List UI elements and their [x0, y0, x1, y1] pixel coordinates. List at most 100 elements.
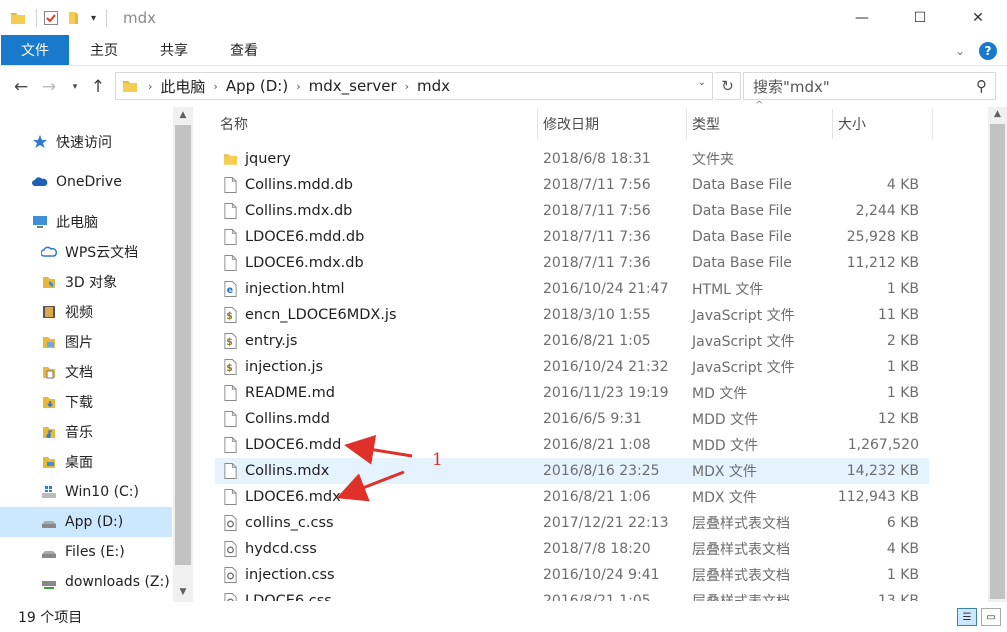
sidebar-item-downloads[interactable]: 下载	[0, 387, 172, 417]
sidebar-item-this-pc[interactable]: 此电脑	[0, 207, 172, 237]
file-date: 2018/7/11 7:36	[543, 229, 651, 245]
address-bar[interactable]: › 此电脑 › App (D:) › mdx_server › mdx ⌄	[115, 72, 713, 100]
breadcrumb-this-pc[interactable]: 此电脑	[160, 76, 205, 97]
sidebar-item-onedrive[interactable]: OneDrive	[0, 167, 172, 197]
expand-ribbon-icon[interactable]: ⌄	[955, 44, 965, 58]
file-date: 2018/7/11 7:36	[543, 255, 651, 271]
breadcrumb-app-drive[interactable]: App (D:)	[226, 77, 288, 95]
sidebar-item-quick-access[interactable]: 快速访问	[0, 127, 172, 157]
search-input[interactable]: 搜索"mdx" ⚲	[743, 72, 996, 100]
column-header-size[interactable]: 大小	[833, 109, 933, 139]
chevron-right-icon[interactable]: ›	[213, 80, 217, 93]
maximize-button[interactable]: ☐	[891, 0, 949, 36]
status-bar: 19 个项目 ☰ ▭	[0, 602, 1007, 632]
tab-file[interactable]: 文件	[1, 35, 69, 65]
address-dropdown-icon[interactable]: ⌄	[698, 77, 706, 88]
close-button[interactable]: ✕	[949, 0, 1007, 36]
scroll-up-arrow-icon[interactable]: ▲	[988, 109, 1007, 119]
column-header-date[interactable]: 修改日期	[538, 109, 687, 139]
tab-view[interactable]: 查看	[209, 35, 279, 65]
file-row[interactable]: LDOCE6.css 2016/8/21 1:05 层叠样式表文档 13 KB	[215, 588, 929, 601]
file-name: Collins.mdd.db	[245, 177, 353, 193]
downloads-icon	[43, 397, 55, 408]
chevron-right-icon[interactable]: ›	[148, 80, 152, 93]
window-title: mdx	[123, 9, 157, 27]
sidebar-item-3d-objects[interactable]: 3D 对象	[0, 267, 172, 297]
tab-share[interactable]: 共享	[139, 35, 209, 65]
breadcrumb-mdx-server[interactable]: mdx_server	[309, 77, 397, 95]
tab-home[interactable]: 主页	[69, 35, 139, 65]
svg-text:e: e	[227, 285, 233, 296]
file-name-cell: hydcd.css	[215, 540, 543, 558]
scroll-down-arrow-icon[interactable]: ▼	[173, 587, 193, 597]
file-row[interactable]: $ entry.js 2016/8/21 1:05 JavaScript 文件 2 KB	[215, 328, 929, 354]
music-icon	[43, 427, 55, 439]
search-icon[interactable]: ⚲	[976, 77, 987, 95]
breadcrumb-mdx[interactable]: mdx	[417, 77, 450, 95]
sidebar-item-downloads-drive[interactable]: downloads (Z:)	[0, 567, 172, 597]
file-row[interactable]: jquery 2018/6/8 18:31 文件夹	[215, 146, 929, 172]
file-row[interactable]: Collins.mdx 2016/8/16 23:25 MDX 文件 14,232 K…	[215, 458, 929, 484]
file-row[interactable]: hydcd.css 2018/7/8 18:20 层叠样式表文档 4 KB	[215, 536, 929, 562]
sidebar-scroll-thumb[interactable]	[175, 125, 191, 565]
chevron-right-icon[interactable]: ›	[405, 80, 409, 93]
sidebar-item-music[interactable]: 音乐	[0, 417, 172, 447]
file-name: entry.js	[245, 333, 298, 349]
sidebar-item-app-drive[interactable]: App (D:)	[0, 507, 172, 537]
file-type: MDX 文件	[692, 464, 757, 480]
details-view-icon[interactable]: ☰	[957, 608, 977, 626]
properties-icon[interactable]	[43, 10, 59, 26]
file-row[interactable]: $ injection.js 2016/10/24 21:32 JavaScript …	[215, 354, 929, 380]
sidebar-item-documents[interactable]: 文档	[0, 357, 172, 387]
css-icon	[224, 515, 237, 531]
file-list-scroll-thumb[interactable]	[990, 124, 1005, 599]
file-row[interactable]: collins_c.css 2017/12/21 22:13 层叠样式表文档 6 KB	[215, 510, 929, 536]
file-date: 2016/10/24 21:47	[543, 281, 669, 297]
file-row[interactable]: LDOCE6.mdx 2016/8/21 1:06 MDX 文件 112,943 KB	[215, 484, 929, 510]
new-folder-icon[interactable]	[67, 10, 83, 26]
file-size: 112,943 KB	[837, 489, 919, 505]
file-row[interactable]: LDOCE6.mdd.db 2018/7/11 7:36 Data Base Fil…	[215, 224, 929, 250]
sidebar-item-desktop[interactable]: 桌面	[0, 447, 172, 477]
file-row[interactable]: Collins.mdd.db 2018/7/11 7:56 Data Base Fi…	[215, 172, 929, 198]
file-size: 1 KB	[886, 359, 919, 375]
column-header-type[interactable]: 类型	[687, 109, 833, 139]
file-row[interactable]: README.md 2016/11/23 19:19 MD 文件 1 KB	[215, 380, 929, 406]
sidebar-item-video[interactable]: 视频	[0, 297, 172, 327]
column-header-name[interactable]: 名称	[215, 109, 538, 139]
script-icon: $	[224, 307, 237, 323]
up-arrow-icon[interactable]: ↑	[87, 76, 109, 98]
file-row[interactable]: LDOCE6.mdx.db 2018/7/11 7:36 Data Base Fil…	[215, 250, 929, 276]
file-row[interactable]: Collins.mdd 2016/6/5 9:31 MDD 文件 12 KB	[215, 406, 929, 432]
item-count: 19 个项目	[18, 610, 83, 626]
scroll-up-arrow-icon[interactable]: ▲	[173, 110, 193, 120]
file-row[interactable]: Collins.mdx.db 2018/7/11 7:56 Data Base Fi…	[215, 198, 929, 224]
file-row[interactable]: e injection.html 2016/10/24 21:47 HTML 文件 1 …	[215, 276, 929, 302]
sidebar-item-files-drive[interactable]: Files (E:)	[0, 537, 172, 567]
help-icon[interactable]: ?	[979, 42, 997, 60]
file-name: LDOCE6.mdd.db	[245, 229, 365, 245]
sidebar-item-label: 快速访问	[56, 135, 112, 151]
sidebar-item-wps-cloud[interactable]: WPS云文档	[0, 237, 172, 267]
file-row[interactable]: $ encn_LDOCE6MDX.js 2018/3/10 1:55 JavaScri…	[215, 302, 929, 328]
file-date: 2016/10/24 9:41	[543, 567, 660, 583]
file-name-cell: Collins.mdx.db	[215, 202, 543, 220]
minimize-button[interactable]: —	[833, 0, 891, 36]
quick-access-dropdown-icon[interactable]: ▾	[91, 13, 96, 24]
file-row[interactable]: LDOCE6.mdd 2016/8/21 1:08 MDD 文件 1,267,520	[215, 432, 929, 458]
refresh-icon[interactable]: ↻	[715, 72, 741, 100]
chevron-right-icon[interactable]: ›	[296, 80, 300, 93]
sidebar-item-label: 下载	[65, 395, 93, 411]
back-arrow-icon[interactable]: ←	[10, 76, 32, 98]
file-date: 2016/8/16 23:25	[543, 463, 660, 479]
file-size: 1 KB	[886, 385, 919, 401]
file-row[interactable]: injection.css 2016/10/24 9:41 层叠样式表文档 1 KB	[215, 562, 929, 588]
file-icon	[224, 437, 237, 453]
pictures-icon	[43, 337, 55, 348]
recent-chevron-down-icon[interactable]: ▾	[64, 76, 86, 98]
forward-arrow-icon[interactable]: →	[38, 76, 60, 98]
large-icons-view-icon[interactable]: ▭	[981, 608, 1001, 626]
sidebar-item-pictures[interactable]: 图片	[0, 327, 172, 357]
3d-objects-icon	[43, 277, 55, 288]
sidebar-item-win10-drive[interactable]: Win10 (C:)	[0, 477, 172, 507]
